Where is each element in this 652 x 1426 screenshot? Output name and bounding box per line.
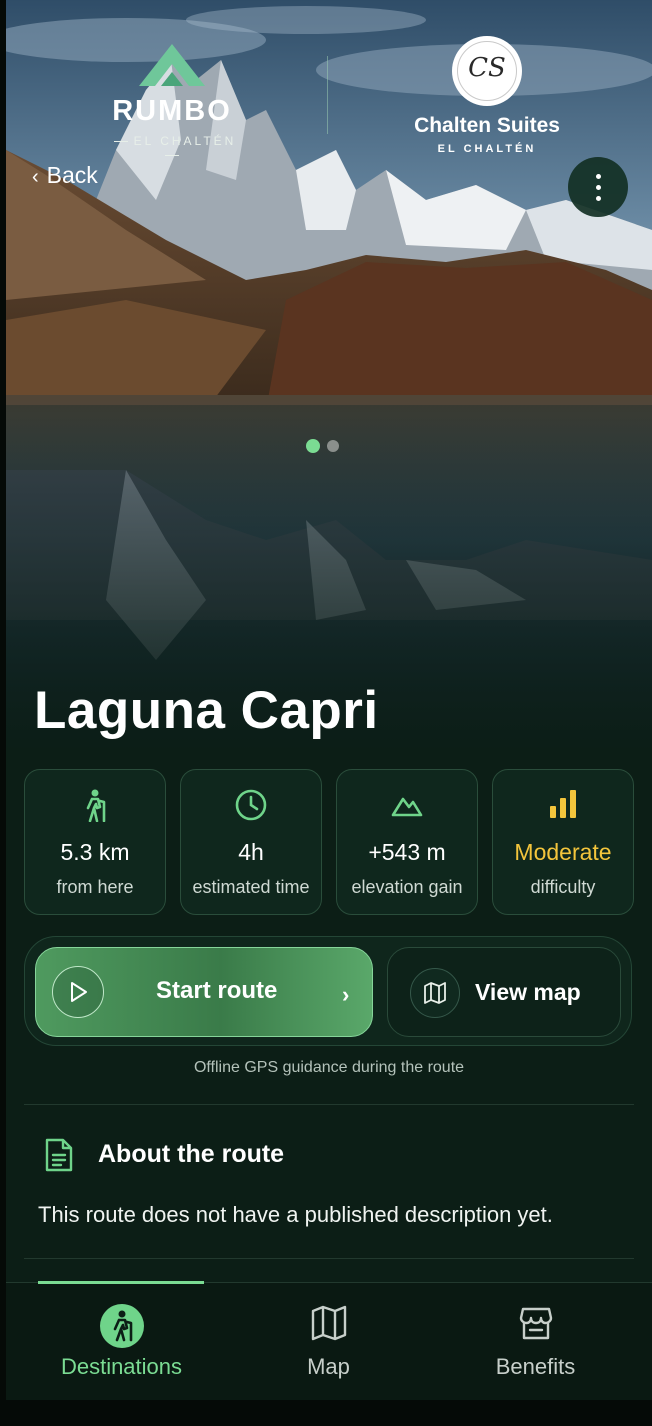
stat-label: elevation gain — [351, 877, 463, 897]
carousel-dot-2[interactable] — [327, 439, 339, 452]
stat-value: 4h — [238, 839, 264, 865]
stat-label: from here — [56, 877, 134, 897]
chevron-right-icon: › — [342, 982, 350, 1007]
nav-item-map[interactable]: Map — [221, 1283, 436, 1400]
stat-elevation: +543 m elevation gain — [336, 769, 478, 915]
stat-value: +543 m — [368, 839, 446, 865]
nav-item-destinations[interactable]: Destinations — [14, 1283, 229, 1400]
hiker-circle-icon — [14, 1303, 229, 1348]
start-route-label: Start route — [156, 977, 278, 1004]
hotel-seal: CS — [452, 36, 522, 106]
document-icon — [44, 1137, 74, 1178]
mountain-logo-icon — [139, 44, 205, 86]
stat-distance: 5.3 km from here — [24, 769, 166, 915]
app-screen: RUMBO EL CHALTÉN CS Chalten Suites EL CH… — [6, 0, 652, 1400]
carousel-dot-1[interactable] — [306, 438, 320, 453]
route-actions: Start route › View map — [24, 936, 632, 1046]
nav-label: Map — [307, 1354, 350, 1379]
map-icon — [221, 1303, 436, 1347]
stat-label: estimated time — [192, 877, 310, 897]
gps-note: Offline GPS guidance during the route — [193, 1059, 465, 1076]
view-map-label: View map — [475, 979, 581, 1005]
nav-label: Benefits — [495, 1354, 576, 1379]
chevron-left-icon: ‹ — [32, 166, 39, 188]
hero-image[interactable]: RUMBO EL CHALTÉN CS Chalten Suites EL CH… — [6, 0, 652, 755]
divider — [24, 1104, 634, 1105]
view-map-button[interactable]: View map — [387, 947, 621, 1037]
map-icon — [410, 968, 460, 1018]
hotel-monogram: CS — [468, 53, 506, 83]
stat-value: 5.3 km — [60, 839, 130, 865]
nav-label: Destinations — [60, 1354, 183, 1379]
more-options-button[interactable] — [568, 157, 628, 217]
store-icon — [428, 1303, 643, 1347]
hotel-logo: CS Chalten Suites EL CHALTÉN — [402, 36, 572, 155]
start-route-button[interactable]: Start route › — [35, 947, 373, 1037]
stat-value: Moderate — [514, 839, 612, 865]
about-title: About the route — [98, 1140, 285, 1168]
carousel-dots — [306, 437, 346, 453]
divider — [24, 1258, 634, 1259]
hiker-icon — [25, 788, 165, 822]
mountain-icon — [337, 788, 477, 822]
back-button[interactable]: ‹ Back — [32, 162, 98, 189]
rumbo-logo: RUMBO EL CHALTÉN — [102, 40, 242, 162]
hotel-name: Chalten Suites — [414, 114, 560, 137]
stat-time: 4h estimated time — [180, 769, 322, 915]
brand-name: RUMBO — [112, 95, 232, 127]
stat-label: difficulty — [530, 877, 596, 897]
nav-item-benefits[interactable]: Benefits — [428, 1283, 643, 1400]
route-title: Laguna Capri — [34, 681, 379, 740]
clock-icon — [181, 788, 321, 822]
stat-difficulty: Moderate difficulty — [492, 769, 634, 915]
route-stats: 5.3 km from here 4h estimated time +543 … — [24, 769, 634, 915]
logo-divider — [327, 56, 328, 134]
play-icon — [52, 966, 104, 1018]
about-text: This route does not have a published des… — [38, 1202, 553, 1227]
hotel-subtitle: EL CHALTÉN — [437, 143, 537, 155]
bottom-nav: Destinations Map Benefits — [6, 1281, 652, 1400]
brand-subtitle: EL CHALTÉN — [102, 134, 242, 162]
signal-bars-icon — [493, 788, 633, 822]
